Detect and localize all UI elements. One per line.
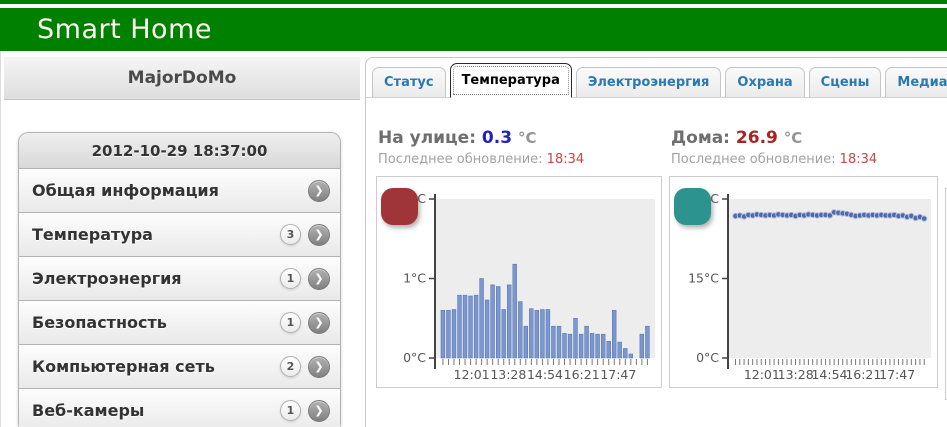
sensor-value: 0.3: [481, 128, 513, 148]
sensor-value: 26.9: [735, 128, 778, 148]
tab-bar: Статус Температура Электроэнергия Охрана…: [366, 58, 947, 98]
svg-text:13:28: 13:28: [490, 367, 526, 382]
tab-media[interactable]: Медиа: [885, 67, 947, 97]
svg-text:0°C: 0°C: [696, 350, 719, 365]
item-right-group: 2 ❯: [280, 355, 330, 378]
svg-text:17:47: 17:47: [600, 367, 636, 382]
tab-electricity[interactable]: Электроэнергия: [575, 67, 722, 97]
tabs-panel: Статус Температура Электроэнергия Охрана…: [365, 57, 947, 427]
tab-scenes[interactable]: Сцены: [808, 67, 882, 97]
count-badge: 1: [280, 400, 301, 421]
svg-text:15°C: 15°C: [688, 271, 719, 286]
sidebar: MajorDoMo 2012-10-29 18:37:00 Общая инфо…: [1, 51, 363, 427]
item-right-group: ❯: [308, 179, 330, 202]
sidebar-item-label: Электроэнергия: [32, 269, 182, 288]
svg-text:13:28: 13:28: [778, 367, 814, 382]
tab-status[interactable]: Статус: [372, 67, 446, 97]
sidebar-item-webcams[interactable]: Веб-камеры 1 ❯: [18, 389, 341, 427]
svg-text:12:01: 12:01: [744, 367, 780, 382]
sensor-unit: °C: [783, 129, 803, 147]
datetime-text: 2012-10-29 18:37:00: [91, 142, 268, 160]
sidebar-item-security[interactable]: Безопастность 1 ❯: [18, 301, 341, 345]
sensor-label: На улице:: [378, 128, 476, 148]
sidebar-item-label: Компьютерная сеть: [32, 357, 215, 376]
app-header: Smart Home: [0, 8, 947, 51]
svg-text:17:47: 17:47: [879, 367, 915, 382]
sidebar-item-label: Безопастность: [32, 313, 167, 332]
sidebar-item-label: Температура: [32, 225, 153, 244]
sidebar-item-general-info[interactable]: Общая информация ❯: [18, 169, 341, 213]
svg-text:0°C: 0°C: [403, 350, 426, 365]
tab-temperature[interactable]: Температура: [449, 63, 572, 98]
svg-text:14:54: 14:54: [527, 367, 563, 382]
sensor-label: Дома:: [671, 128, 730, 148]
datetime-header: 2012-10-29 18:37:00: [18, 132, 341, 169]
chevron-right-icon: ❯: [308, 355, 330, 378]
svg-text:12:01: 12:01: [454, 367, 490, 382]
chevron-right-icon: ❯: [308, 223, 330, 246]
sidebar-item-temperature[interactable]: Температура 3 ❯: [18, 213, 341, 257]
last-update-time: 18:34: [546, 152, 585, 167]
indoor-sensor-icon: [674, 188, 711, 225]
outdoor-temperature-chart: 0°C1°C2°C12:0113:2814:5416:2117:47: [377, 177, 661, 387]
main-area: Статус Температура Электроэнергия Охрана…: [363, 51, 947, 427]
outdoor-panel: На улице: 0.3 °C Последнее обновление: 1…: [376, 128, 664, 400]
tab-security[interactable]: Охрана: [725, 67, 805, 97]
chevron-right-icon: ❯: [308, 399, 330, 422]
sidebar-item-label: Общая информация: [32, 181, 219, 200]
chevron-right-icon: ❯: [308, 267, 330, 290]
item-right-group: 1 ❯: [280, 267, 330, 290]
sidebar-title-bar: MajorDoMo: [4, 57, 360, 100]
sidebar-item-electricity[interactable]: Электроэнергия 1 ❯: [18, 257, 341, 301]
last-update-label: Последнее обновление:: [671, 152, 836, 167]
svg-text:14:54: 14:54: [811, 367, 847, 382]
count-badge: 2: [280, 356, 301, 377]
content-columns: MajorDoMo 2012-10-29 18:37:00 Общая инфо…: [0, 51, 947, 427]
last-update-line: Последнее обновление: 18:34: [671, 152, 940, 167]
temperature-tab-content: На улице: 0.3 °C Последнее обновление: 1…: [366, 98, 947, 400]
sidebar-item-label: Веб-камеры: [32, 401, 145, 420]
outdoor-sensor-icon: [381, 188, 418, 225]
svg-text:16:21: 16:21: [564, 367, 600, 382]
outdoor-chart-box: 0°C1°C2°C12:0113:2814:5416:2117:47: [376, 176, 662, 388]
last-update-label: Последнее обновление:: [378, 152, 543, 167]
sensor-heading: Дома: 26.9 °C: [671, 128, 940, 148]
item-right-group: 3 ❯: [280, 223, 330, 246]
indoor-chart-box: 0°C15°C30°C12:0113:2814:5416:2117:47: [669, 176, 938, 388]
svg-text:1°C: 1°C: [403, 271, 426, 286]
app-title: Smart Home: [37, 14, 212, 45]
indoor-panel: Дома: 26.9 °C Последнее обновление: 18:3…: [669, 128, 940, 400]
sensor-heading: На улице: 0.3 °C: [378, 128, 664, 148]
last-update-time: 18:34: [839, 152, 878, 167]
sidebar-item-computer-network[interactable]: Компьютерная сеть 2 ❯: [18, 345, 341, 389]
svg-text:16:21: 16:21: [845, 367, 881, 382]
item-right-group: 1 ❯: [280, 311, 330, 334]
last-update-line: Последнее обновление: 18:34: [378, 152, 664, 167]
count-badge: 1: [280, 312, 301, 333]
chevron-right-icon: ❯: [308, 179, 330, 202]
page: Smart Home MajorDoMo 2012-10-29 18:37:00…: [0, 0, 947, 427]
sidebar-menu: 2012-10-29 18:37:00 Общая информация ❯ Т…: [18, 132, 341, 427]
sidebar-title: MajorDoMo: [127, 68, 237, 88]
count-badge: 1: [280, 268, 301, 289]
sensor-unit: °C: [517, 129, 537, 147]
item-right-group: 1 ❯: [280, 399, 330, 422]
count-badge: 3: [280, 224, 301, 245]
chevron-right-icon: ❯: [308, 311, 330, 334]
